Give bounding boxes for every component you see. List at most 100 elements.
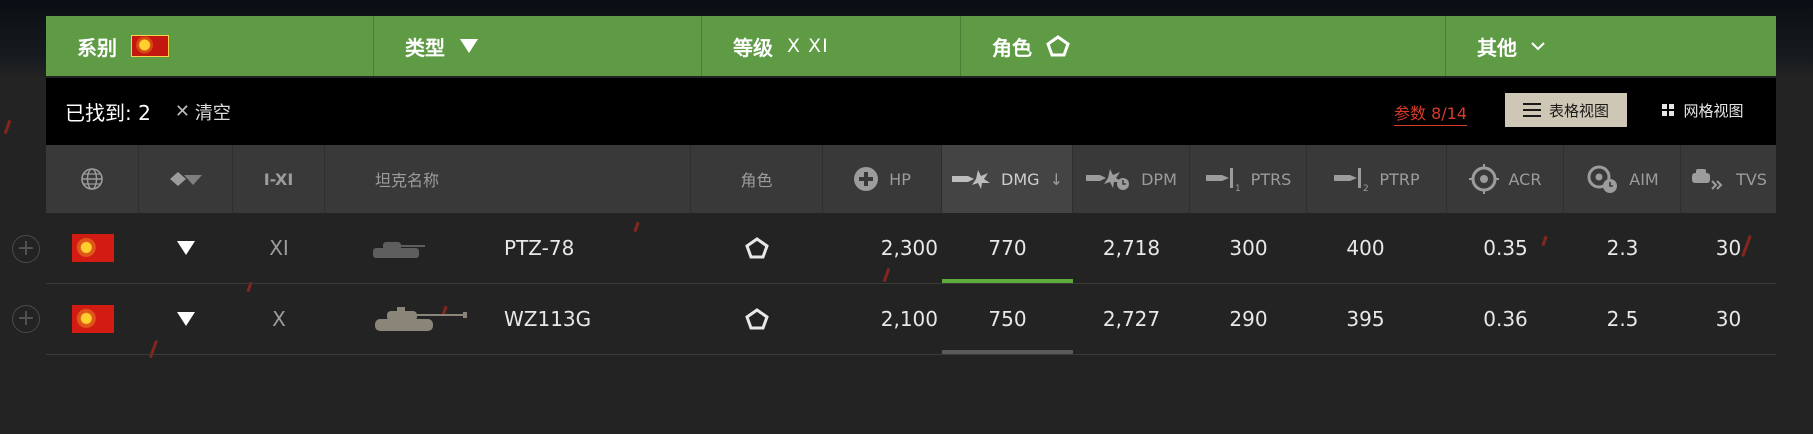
- table-row[interactable]: XI PTZ-78 2,300 770 2,718 300 400 0.35 2…: [46, 213, 1776, 284]
- heavy-tank-icon: [177, 241, 195, 255]
- tvs-cell: 30: [1715, 236, 1742, 260]
- filter-type[interactable]: 类型: [374, 16, 702, 76]
- dmg-highlight-bar: [942, 279, 1073, 283]
- globe-icon: [81, 168, 103, 190]
- tank-image: [371, 213, 471, 283]
- col-tier[interactable]: I-XI: [233, 145, 325, 213]
- ptrp-cell: 400: [1346, 236, 1385, 260]
- col-role-label: 角色: [740, 171, 773, 190]
- tank-image: [371, 284, 471, 354]
- filter-role-label: 角色: [992, 35, 1032, 60]
- col-acr-label: ACR: [1508, 169, 1542, 189]
- col-role[interactable]: 角色: [691, 145, 823, 213]
- col-dpm[interactable]: DPM: [1073, 145, 1190, 213]
- col-name-label: 坦克名称: [375, 171, 440, 190]
- filter-bar: 系别 类型 等级 X XI 角色 其他: [46, 16, 1776, 76]
- col-name[interactable]: 坦克名称: [325, 145, 691, 213]
- accuracy-target-icon: [1468, 164, 1499, 194]
- type-cell: [139, 213, 233, 283]
- close-icon: ✕: [174, 101, 190, 122]
- ptrs-cell: 300: [1229, 236, 1268, 260]
- ptrs-cell: 290: [1229, 307, 1268, 331]
- hp-cell: 2,100: [880, 307, 938, 331]
- sort-desc-icon: ↓: [1049, 169, 1063, 189]
- filter-type-label: 类型: [405, 35, 445, 60]
- aim-time-icon: [1587, 165, 1618, 193]
- dpm-cell: 2,727: [1102, 307, 1161, 331]
- table-view-label: 表格视图: [1548, 101, 1609, 120]
- col-ptrp[interactable]: 2 PTRP: [1307, 145, 1447, 213]
- aim-cell: 2.5: [1606, 307, 1639, 331]
- pentagon-role-icon: [745, 237, 769, 259]
- col-aim-label: AIM: [1629, 169, 1659, 189]
- damage-shell-icon: [952, 170, 991, 189]
- tank-name[interactable]: WZ113G: [504, 284, 684, 354]
- acr-cell: 0.35: [1483, 236, 1528, 260]
- chevron-down-icon: [1531, 42, 1545, 51]
- penetration-standard-icon: 1: [1205, 168, 1241, 192]
- add-compare-button[interactable]: +: [12, 235, 40, 263]
- grid-view-label: 网格视图: [1683, 101, 1744, 120]
- col-tvs-label: TVS: [1736, 169, 1767, 189]
- heavy-tank-type-icon: [460, 39, 478, 53]
- clear-filters-button[interactable]: ✕ 清空: [175, 99, 231, 125]
- aim-cell: 2.3: [1606, 236, 1639, 260]
- col-tvs[interactable]: TVS: [1681, 145, 1776, 213]
- filter-other-label: 其他: [1477, 35, 1517, 60]
- filter-tier-label: 等级: [733, 35, 773, 60]
- grid-view-button[interactable]: 网格视图: [1642, 93, 1764, 127]
- role-cell: [691, 213, 823, 283]
- tank-name[interactable]: PTZ-78: [504, 213, 684, 283]
- params-link[interactable]: 参数 8/14: [1394, 100, 1468, 126]
- pentagon-role-icon: [745, 308, 769, 330]
- dmg-cell: 750: [988, 307, 1027, 331]
- col-ptrs[interactable]: 1 PTRS: [1190, 145, 1307, 213]
- health-plus-icon: [854, 167, 879, 191]
- filter-nation-label: 系别: [77, 35, 117, 60]
- list-icon: [1522, 103, 1541, 117]
- col-type[interactable]: [139, 145, 233, 213]
- col-tier-label: I-XI: [263, 169, 294, 189]
- ember-decoration: [3, 119, 12, 135]
- nation-cell: [46, 213, 139, 283]
- col-nation[interactable]: [46, 145, 139, 213]
- heavy-tank-icon: [177, 312, 195, 326]
- dmg-highlight-bar: [942, 350, 1073, 354]
- col-aim[interactable]: AIM: [1564, 145, 1681, 213]
- filter-role[interactable]: 角色: [961, 16, 1446, 76]
- tier-cell: XI: [269, 236, 289, 260]
- svg-text:1: 1: [1235, 184, 1241, 192]
- col-dmg-label: DMG: [1001, 169, 1040, 189]
- nation-cell: [46, 284, 139, 354]
- table-view-button[interactable]: 表格视图: [1505, 93, 1627, 127]
- col-dmg[interactable]: DMG ↓: [942, 145, 1073, 213]
- filter-tier[interactable]: 等级 X XI: [702, 16, 961, 76]
- filter-other[interactable]: 其他: [1446, 16, 1776, 76]
- col-dpm-label: DPM: [1141, 169, 1177, 189]
- table-row[interactable]: X WZ113G 2,100 750 2,727 290 395 0.36 2.…: [46, 284, 1776, 355]
- role-cell: [691, 284, 823, 354]
- turret-traverse-icon: [1692, 169, 1723, 190]
- results-count: 已找到: 2: [65, 101, 151, 125]
- tank-silhouette-icon: [375, 307, 467, 331]
- col-ptrp-label: PTRP: [1379, 169, 1420, 189]
- penetration-premium-icon: 2: [1334, 168, 1369, 192]
- col-hp-label: HP: [889, 169, 911, 189]
- dpm-cell: 2,718: [1102, 236, 1161, 260]
- col-acr[interactable]: ACR: [1447, 145, 1564, 213]
- dmg-cell: 770: [988, 236, 1027, 260]
- china-flag-icon: [71, 305, 114, 333]
- clear-label: 清空: [194, 102, 231, 124]
- type-cell: [139, 284, 233, 354]
- table-header: I-XI 坦克名称 角色 HP DMG ↓ DPM 1 PTRS 2 PTRP …: [46, 145, 1776, 213]
- filter-nation[interactable]: 系别: [46, 16, 374, 76]
- hp-cell: 2,300: [880, 236, 938, 260]
- china-flag-icon: [71, 234, 114, 262]
- damage-per-minute-icon: [1086, 169, 1130, 190]
- china-flag-icon: [131, 35, 169, 57]
- svg-text:2: 2: [1363, 184, 1369, 192]
- col-ptrs-label: PTRS: [1250, 169, 1292, 189]
- col-hp[interactable]: HP: [823, 145, 942, 213]
- add-compare-button[interactable]: +: [12, 305, 40, 333]
- tank-type-icon: [169, 172, 202, 186]
